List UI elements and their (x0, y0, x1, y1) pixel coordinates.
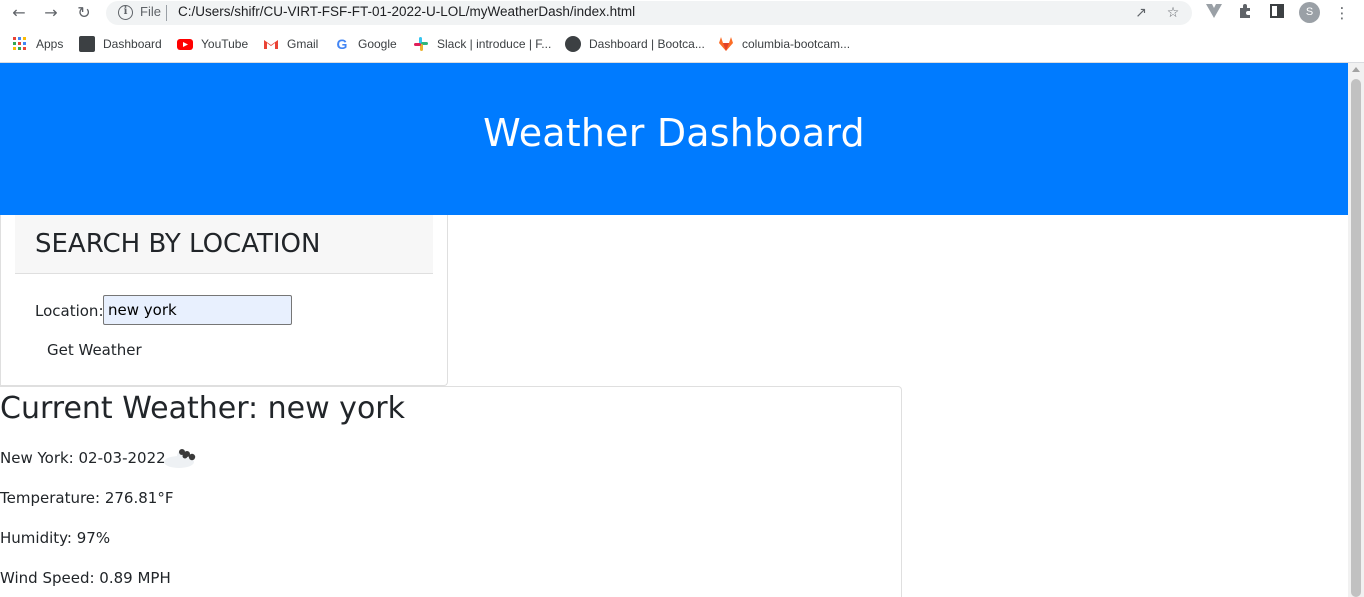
gitlab-icon (718, 36, 734, 52)
location-label: Location: (35, 302, 104, 320)
menu-icon[interactable]: ⋮ (1332, 3, 1352, 23)
bookmark-slack[interactable]: Slack | introduce | F... (413, 35, 551, 53)
reload-icon[interactable]: ↻ (73, 3, 95, 23)
vertical-scrollbar[interactable] (1348, 63, 1364, 597)
bookmark-gitlab[interactable]: columbia-bootcam... (718, 35, 850, 53)
browser-toolbar: ← → ↻ i File C:/Users/shifr/CU-VIRT-FSF-… (0, 0, 1364, 27)
bookmark-google[interactable]: G Google (334, 35, 397, 53)
info-icon[interactable]: i (118, 5, 133, 20)
back-icon[interactable]: ← (8, 3, 30, 23)
current-weather-title: Current Weather: new york (0, 391, 405, 426)
slack-icon (413, 36, 429, 52)
wind-speed-text: Wind Speed: 0.89 MPH (0, 569, 171, 587)
youtube-icon (177, 36, 193, 52)
location-input[interactable] (103, 295, 292, 325)
side-panel-icon[interactable] (1267, 3, 1287, 23)
profile-avatar[interactable]: S (1299, 2, 1320, 23)
bookmark-gmail[interactable]: Gmail (263, 35, 318, 53)
bookmark-label: Dashboard (103, 37, 162, 51)
page-content: Weather Dashboard SEARCH BY LOCATION Loc… (0, 63, 1348, 597)
bookmark-label: Google (358, 37, 397, 51)
date-line: New York: 02-03-2022 (0, 449, 166, 467)
divider (166, 5, 167, 21)
bookmark-label: Apps (36, 37, 64, 51)
temperature-text: Temperature: 276.81°F (0, 489, 174, 507)
scroll-up-arrow-icon[interactable] (1352, 67, 1360, 72)
bookmark-dashboard[interactable]: Dashboard (79, 35, 162, 53)
file-label: File (140, 4, 161, 19)
forward-icon[interactable]: → (40, 3, 62, 23)
bookmark-label: Gmail (287, 37, 319, 51)
bookmark-bootcamp-dashboard[interactable]: Dashboard | Bootca... (565, 35, 705, 53)
extensions-icon[interactable] (1235, 3, 1255, 23)
bookmarks-bar: Apps Dashboard YouTube Gmail G Google Sl… (0, 31, 1364, 57)
get-weather-button[interactable]: Get Weather (39, 337, 150, 363)
search-card-header: SEARCH BY LOCATION (15, 215, 433, 274)
header-banner: Weather Dashboard (0, 63, 1348, 215)
search-card-title: SEARCH BY LOCATION (35, 229, 321, 259)
bookmark-apps[interactable]: Apps (12, 35, 63, 53)
gmail-icon (263, 36, 279, 52)
bookmark-label: columbia-bootcam... (742, 37, 851, 51)
bookmark-label: Slack | introduce | F... (437, 37, 552, 51)
star-icon[interactable]: ☆ (1164, 4, 1182, 22)
vue-devtools-icon[interactable] (1204, 3, 1224, 23)
bookmark-label: Dashboard | Bootca... (589, 37, 705, 51)
current-weather-card: Current Weather: new york New York: 02-0… (0, 386, 902, 597)
scrollbar-thumb[interactable] (1351, 79, 1361, 597)
cloud-icon (163, 446, 203, 470)
address-bar[interactable]: i File C:/Users/shifr/CU-VIRT-FSF-FT-01-… (106, 1, 1192, 25)
share-icon[interactable]: ↗ (1132, 4, 1150, 22)
url-text[interactable]: C:/Users/shifr/CU-VIRT-FSF-FT-01-2022-U-… (178, 4, 635, 19)
bookmark-label: YouTube (201, 37, 249, 51)
dashboard-favicon (79, 36, 95, 52)
search-card: SEARCH BY LOCATION Location: Get Weather (0, 215, 448, 386)
google-icon: G (336, 36, 348, 52)
bookmark-youtube[interactable]: YouTube (177, 35, 248, 53)
humidity-text: Humidity: 97% (0, 529, 111, 547)
page-title: Weather Dashboard (483, 111, 865, 155)
apps-grid-icon (12, 36, 28, 52)
globe-icon (565, 36, 581, 52)
